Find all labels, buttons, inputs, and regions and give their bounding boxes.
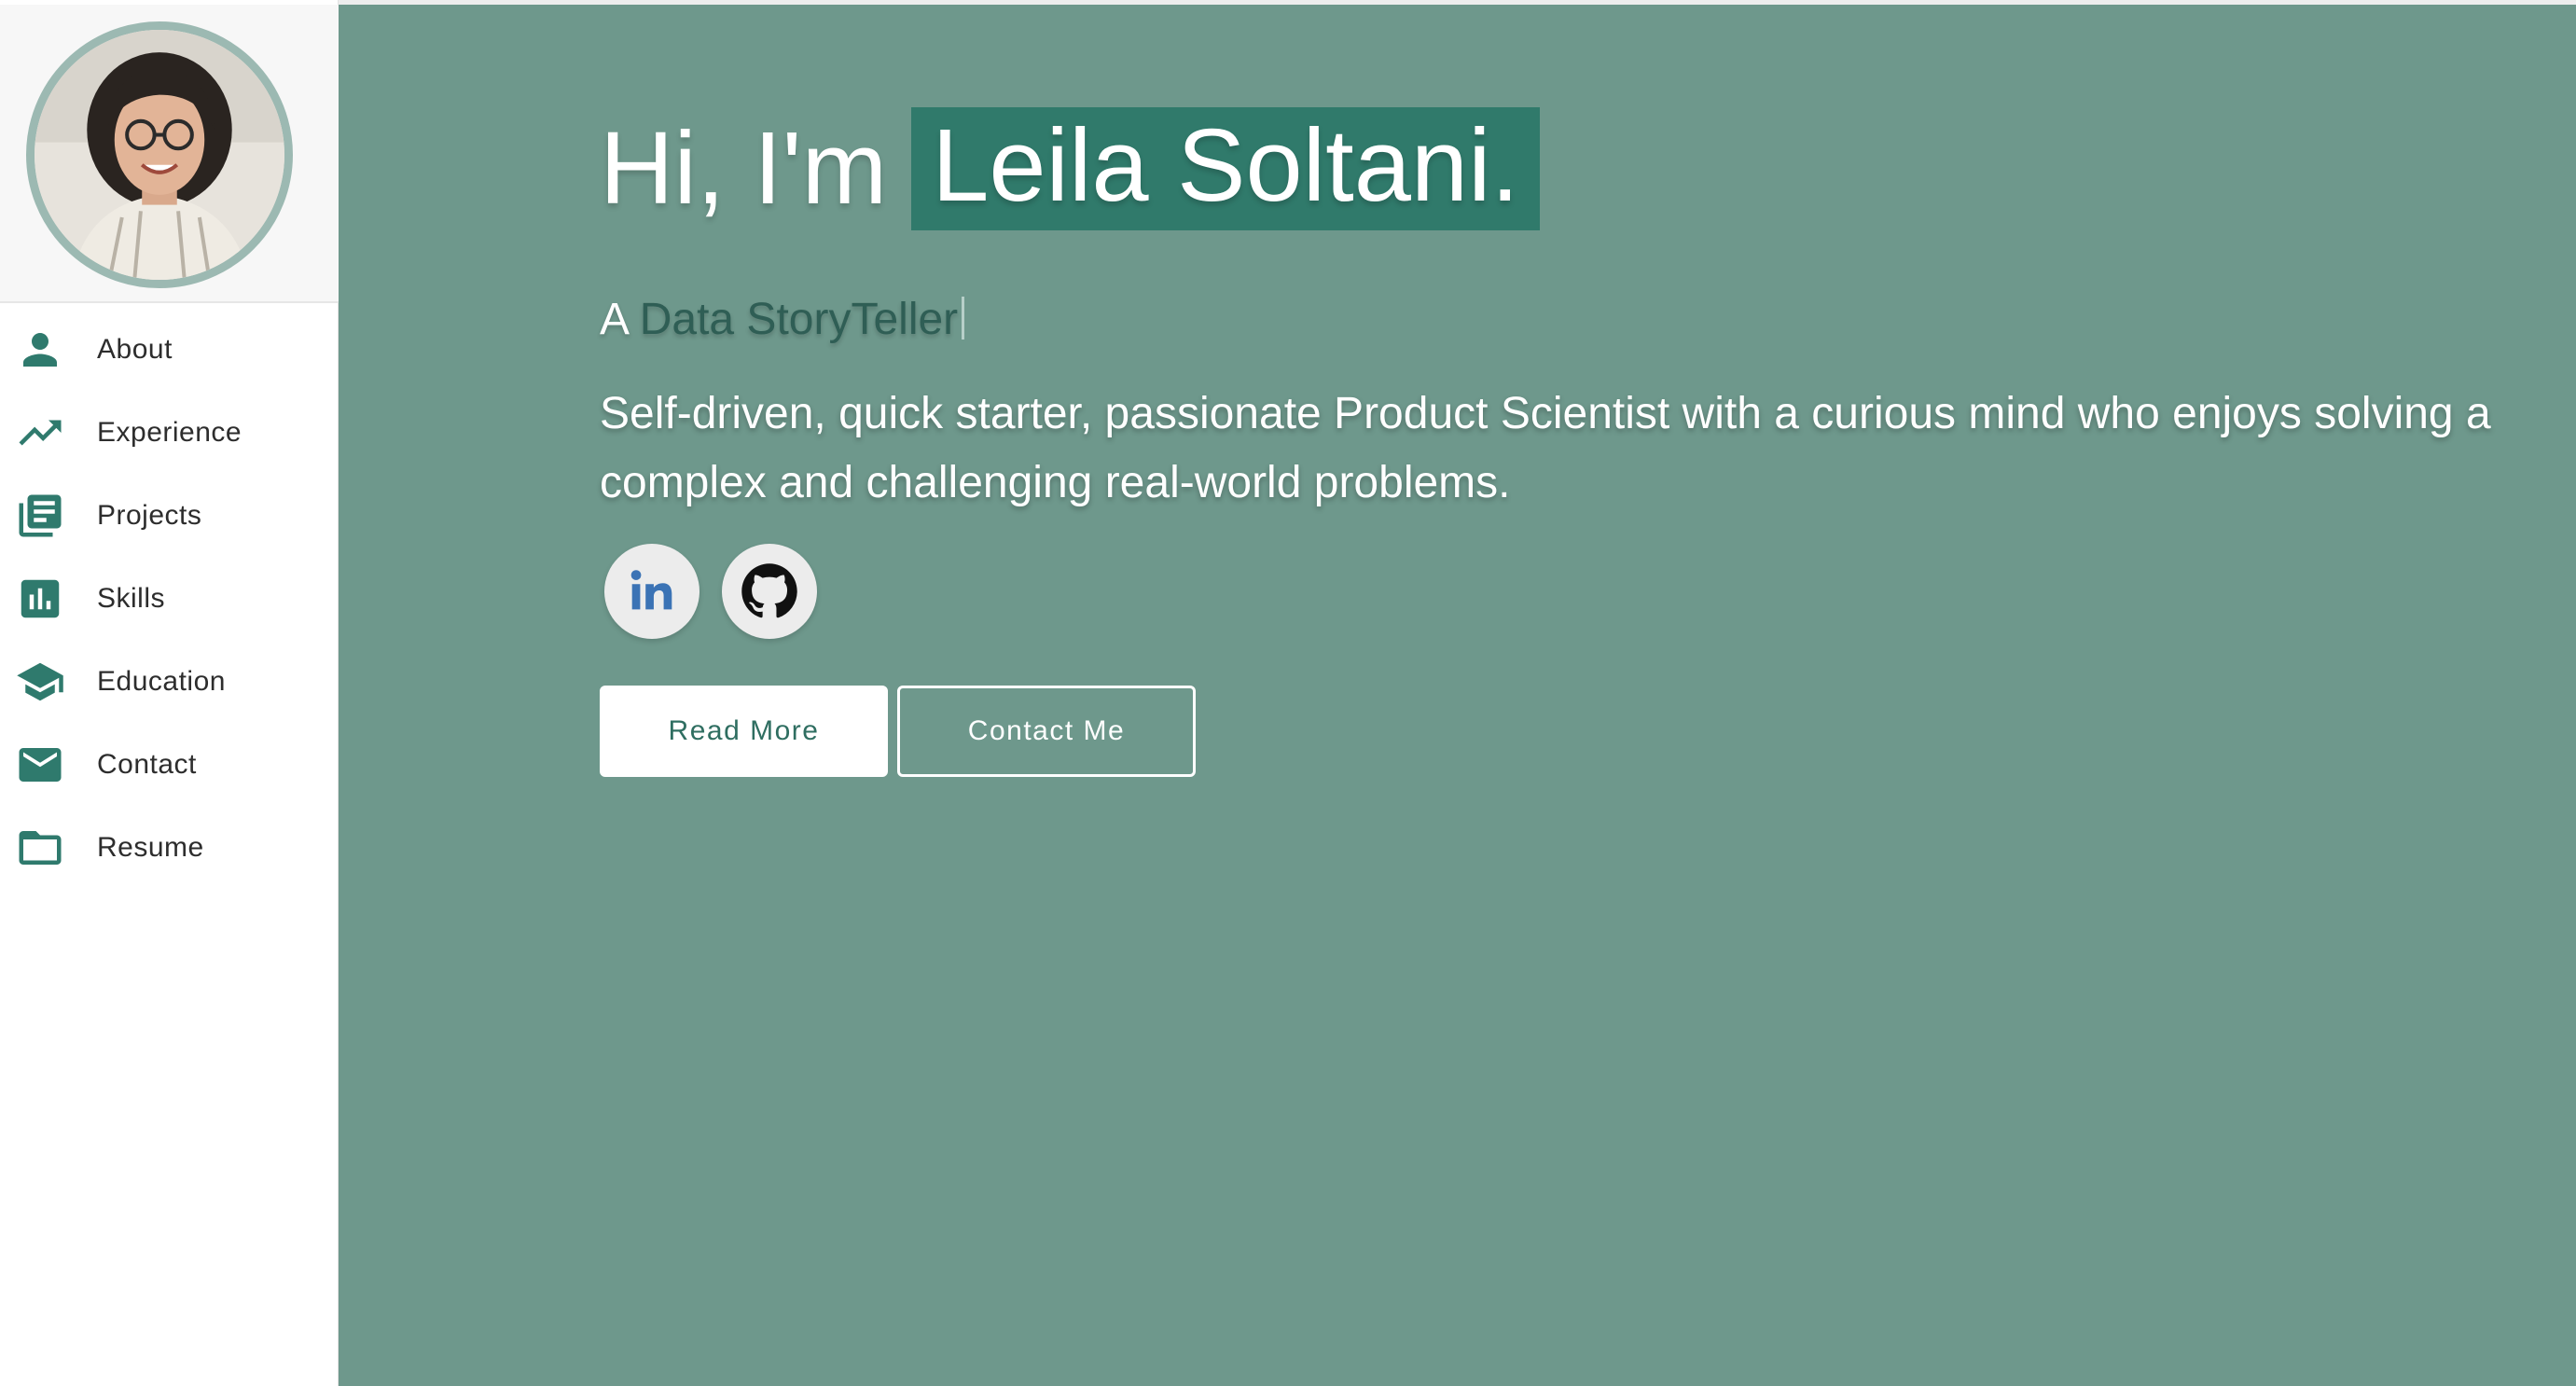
sidebar-item-label: Experience [97,416,242,448]
avatar [26,21,293,288]
sidebar-item-label: About [97,333,173,365]
github-link[interactable] [722,544,817,639]
sidebar-item-label: Resume [97,831,204,863]
hero-actions: Read More Contact Me [600,686,1196,777]
graduation-cap-icon [15,657,65,707]
contact-me-button[interactable]: Contact Me [897,686,1196,777]
sidebar-item-skills[interactable]: Skills [0,557,339,640]
folder-icon [15,823,65,873]
sidebar-item-resume[interactable]: Resume [0,806,339,889]
sidebar-item-experience[interactable]: Experience [0,391,339,474]
tagline-prefix: A [600,295,640,344]
sidebar-item-projects[interactable]: Projects [0,474,339,557]
sidebar: About Experience Projects Skills Educati… [0,0,339,1386]
bio-text: Self-driven, quick starter, passionate P… [600,389,2491,507]
typing-cursor [962,297,965,340]
linkedin-link[interactable] [604,544,699,639]
sidebar-item-label: Skills [97,582,166,614]
sidebar-item-label: Education [97,665,226,697]
profile-header [0,5,339,303]
mail-icon [15,740,65,790]
page-title: Hi, I'm Leila Soltani. [600,107,1541,230]
linkedin-icon [630,570,672,610]
sidebar-nav: About Experience Projects Skills Educati… [0,308,339,889]
greeting-text: Hi, I'm [600,111,888,226]
sidebar-item-label: Contact [97,748,197,780]
hero-section: Hi, I'm Leila Soltani. A Data StoryTeller… [339,5,2576,1386]
sidebar-item-about[interactable]: About [0,308,339,391]
library-books-icon [15,491,65,541]
typed-role: Data StoryTeller [639,295,959,344]
social-links [604,544,817,639]
profile-photo [35,30,284,280]
github-icon [741,563,797,618]
read-more-button[interactable]: Read More [600,686,888,777]
sidebar-item-contact[interactable]: Contact [0,723,339,806]
person-icon [15,325,65,375]
sidebar-item-education[interactable]: Education [0,640,339,723]
name-highlight: Leila Soltani. [911,107,1541,230]
tagline: A Data StoryTeller [600,294,965,345]
bar-chart-icon [15,574,65,624]
sidebar-item-label: Projects [97,499,202,531]
trending-up-icon [15,408,65,458]
